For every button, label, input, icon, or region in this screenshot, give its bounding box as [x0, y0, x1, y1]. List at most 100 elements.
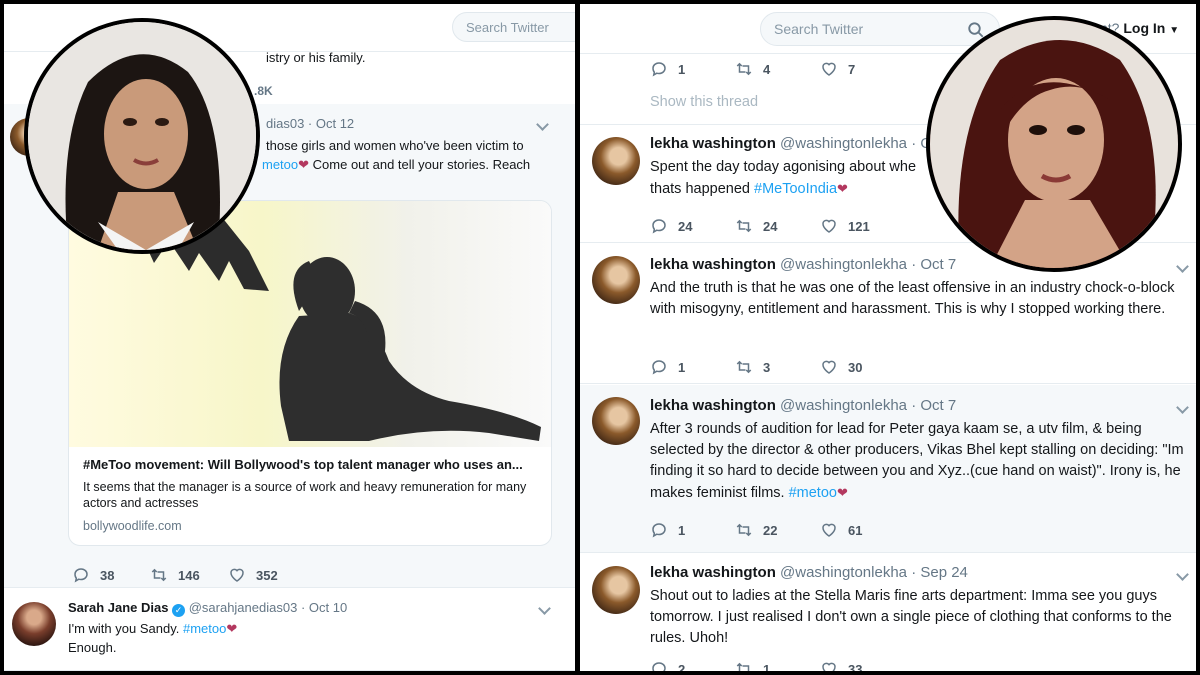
tweet-actions: 1 22 61 — [650, 521, 905, 539]
like-icon — [820, 358, 838, 376]
previous-tweet-text: istry or his family. — [266, 50, 366, 65]
card-domain[interactable]: bollywoodlife.com — [83, 519, 182, 533]
reply-count: 24 — [678, 218, 693, 234]
handle[interactable]: @washingtonlekha — [780, 397, 907, 414]
like-count: 352 — [256, 567, 278, 583]
retweet-button[interactable]: 22 — [735, 521, 820, 539]
tweet-text-prefix: I'm with you Sandy. — [68, 621, 183, 636]
retweet-count: 4 — [763, 61, 771, 77]
hashtag-link[interactable]: #metoo — [789, 485, 837, 501]
retweet-icon — [150, 566, 168, 584]
tweet-handle-date[interactable]: dias03 · Oct 12 — [266, 116, 354, 131]
tweet-text-line1: Spent the day today agonising about whe — [650, 159, 917, 175]
reply-icon — [72, 566, 90, 584]
tweet-actions: 24 24 121 — [650, 217, 905, 235]
tweet-text-rest: Come out and tell your stories. Reach — [309, 157, 531, 172]
like-button[interactable]: 7 — [820, 60, 905, 78]
retweet-button[interactable]: 24 — [735, 217, 820, 235]
avatar[interactable] — [592, 397, 640, 445]
handle[interactable]: @washingtonlekha — [780, 135, 907, 152]
retweet-icon — [735, 217, 753, 235]
chevron-down-icon[interactable] — [1176, 401, 1189, 414]
reply-icon — [650, 521, 668, 539]
reply-button[interactable]: 2 — [650, 660, 735, 671]
tweet-header: lekha washington @washingtonlekha · Oct … — [650, 256, 956, 273]
search-input[interactable]: Search Twitter — [452, 12, 575, 42]
handle[interactable]: @washingtonlekha — [780, 256, 907, 273]
tweet-header: Sarah Jane Dias ✓ @sarahjanedias03 · Oct… — [68, 600, 347, 617]
chevron-down-icon[interactable]: ▼ — [1169, 25, 1179, 36]
tweet-date[interactable]: · Oct 7 — [911, 256, 956, 273]
chevron-down-icon[interactable] — [1176, 568, 1189, 581]
display-name[interactable]: lekha washington — [650, 256, 776, 273]
retweet-button[interactable]: 4 — [735, 60, 820, 78]
like-button[interactable]: 352 — [228, 566, 306, 584]
retweet-count: 24 — [763, 218, 778, 234]
like-icon — [820, 60, 838, 78]
tweet-text-line1: I'm with you Sandy. #metoo❤ — [68, 618, 237, 639]
like-button[interactable]: 30 — [820, 358, 905, 376]
like-button[interactable]: 33 — [820, 660, 905, 671]
display-name[interactable]: Sarah Jane Dias — [68, 600, 168, 615]
card-title[interactable]: #MeToo movement: Will Bollywood's top ta… — [83, 457, 543, 472]
chevron-down-icon[interactable] — [536, 118, 549, 131]
tweet-text-line1: those girls and women who've been victim… — [266, 138, 524, 153]
reply-button[interactable]: 1 — [650, 60, 735, 78]
reply-icon — [650, 660, 668, 671]
retweet-button[interactable]: 3 — [735, 358, 820, 376]
login-link[interactable]: Log In — [1123, 20, 1165, 36]
reply-button[interactable]: 24 — [650, 217, 735, 235]
display-name[interactable]: lekha washington — [650, 397, 776, 414]
avatar[interactable] — [592, 256, 640, 304]
reply-count: 1 — [678, 359, 686, 375]
tweet-header: lekha washington @washingtonlekha · O — [650, 135, 932, 152]
hashtag-link[interactable]: #MeTooIndia — [754, 181, 837, 197]
like-icon — [820, 217, 838, 235]
search-placeholder: Search Twitter — [466, 19, 549, 35]
reply-button[interactable]: 1 — [650, 521, 735, 539]
retweet-button[interactable]: 1 — [735, 660, 820, 671]
retweet-icon — [735, 660, 753, 671]
avatar[interactable] — [592, 137, 640, 185]
retweet-icon — [735, 60, 753, 78]
search-icon[interactable] — [967, 21, 985, 39]
tweet-date[interactable]: · Sep 24 — [911, 564, 968, 581]
chevron-down-icon[interactable] — [538, 602, 551, 615]
tweet-lekha-2[interactable]: lekha washington @washingtonlekha · Oct … — [580, 244, 1196, 384]
reply-button[interactable]: 38 — [72, 566, 150, 584]
display-name[interactable]: lekha washington — [650, 564, 776, 581]
right-screenshot-panel: Search Twitter nt? Log In ▼ 1 4 7 Show t… — [580, 4, 1196, 671]
chevron-down-icon[interactable] — [1176, 260, 1189, 273]
tweet-actions: 2 1 33 — [650, 660, 905, 671]
tweet-text-prefix: thats happened — [650, 181, 755, 197]
hashtag-link[interactable]: #metoo — [183, 621, 226, 636]
like-icon — [820, 660, 838, 671]
reply-button[interactable]: 1 — [650, 358, 735, 376]
show-this-thread-link[interactable]: Show this thread — [650, 94, 758, 110]
reply-icon — [650, 60, 668, 78]
display-name[interactable]: lekha washington — [650, 135, 776, 152]
hashtag-link[interactable]: metoo — [262, 157, 298, 172]
tweet-date[interactable]: · Oct 10 — [301, 600, 347, 615]
heart-emoji-icon: ❤ — [837, 181, 848, 196]
like-button[interactable]: 121 — [820, 217, 905, 235]
retweet-button[interactable]: 146 — [150, 566, 228, 584]
tweet-header: lekha washington @washingtonlekha · Sep … — [650, 564, 968, 581]
left-screenshot-panel: Search Twitter istry or his family. .8K … — [4, 4, 575, 671]
tweet-text-line2: Enough. — [68, 640, 117, 655]
search-input[interactable]: Search Twitter — [760, 12, 1000, 46]
like-button[interactable]: 61 — [820, 521, 905, 539]
handle[interactable]: @washingtonlekha — [780, 564, 907, 581]
retweet-count: 146 — [178, 567, 200, 583]
tweet-lekha-4[interactable]: lekha washington @washingtonlekha · Sep … — [580, 554, 1196, 671]
handle[interactable]: @sarahjanedias03 — [189, 600, 298, 615]
tweet-lekha-3[interactable]: lekha washington @washingtonlekha · Oct … — [580, 385, 1196, 553]
avatar[interactable] — [12, 602, 56, 646]
tweet-actions: 1 3 30 — [650, 358, 905, 376]
tweet-text-line2: metoo❤ Come out and tell your stories. R… — [262, 154, 562, 175]
avatar[interactable] — [592, 566, 640, 614]
reply-icon — [650, 217, 668, 235]
tweet-date[interactable]: · Oct 7 — [911, 397, 956, 414]
like-count: 30 — [848, 359, 863, 375]
tweet-sarah-jane-dias[interactable]: Sarah Jane Dias ✓ @sarahjanedias03 · Oct… — [4, 590, 575, 671]
